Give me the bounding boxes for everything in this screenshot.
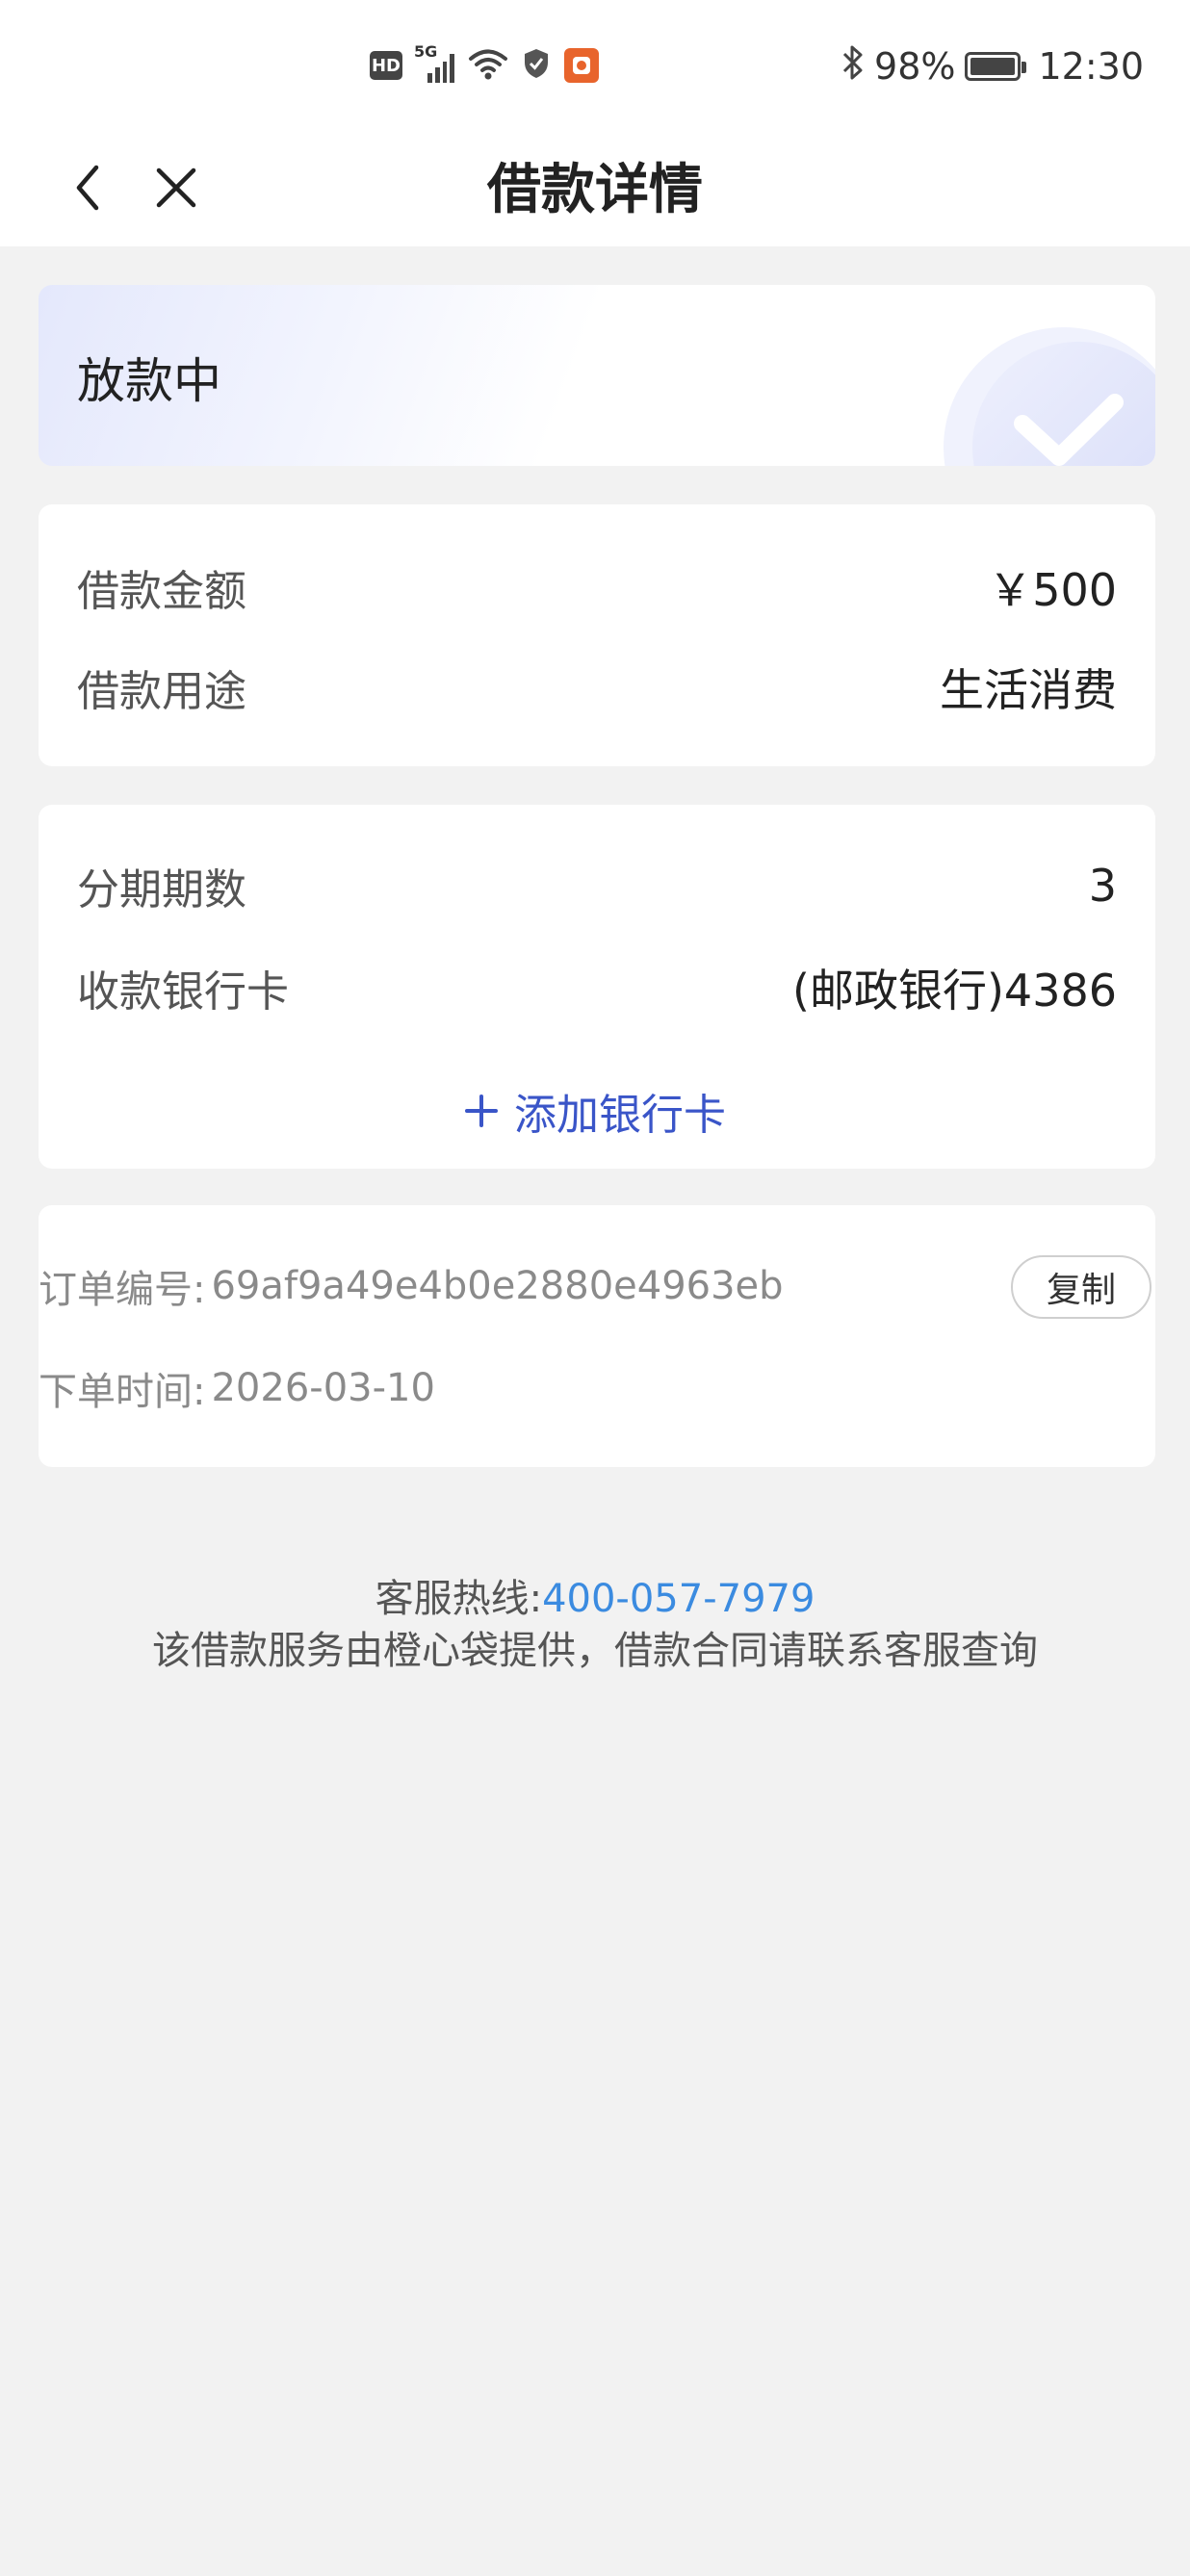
service-note: 该借款服务由橙心袋提供，借款合同请联系客服查询 [152,1629,1038,1673]
check-icon [944,327,1155,466]
battery-level [970,58,1015,75]
bluetooth-icon [841,43,865,90]
copy-button[interactable]: 复制 [1011,1255,1151,1319]
order-info-card [39,1205,1155,1467]
hotline-number-link[interactable]: 400-057-7979 [542,1577,815,1621]
status-icons-left: HD 5G [370,42,599,85]
nav-bar: 借款详情 [0,135,1190,246]
loan-info-card: 借款金额 ￥500 借款用途 生活消费 [39,504,1155,766]
network-type-label: 5G [414,42,438,61]
app-notification-icon [564,48,599,83]
order-number-label: 订单编号: [39,1268,206,1312]
loan-purpose-value: 生活消费 [940,664,1117,716]
loan-amount-row: 借款金额 ￥500 [77,558,1117,616]
bank-card-row: 收款银行卡 (邮政银行)4386 [77,959,1117,1017]
order-number-value: 69af9a49e4b0e2880e4963eb [211,1264,784,1308]
loan-amount-label: 借款金额 [77,567,246,616]
wifi-icon [468,46,508,85]
order-time-label: 下单时间: [39,1370,206,1414]
order-time-row: 下单时间: 2026-03-10 [39,1359,435,1417]
close-icon [156,167,196,208]
order-number-row: 订单编号: 69af9a49e4b0e2880e4963eb [39,1257,784,1315]
hotline-line: 客服热线:400-057-7979 [0,1567,1190,1623]
loan-status-card: 放款中 [39,285,1155,466]
installment-periods-value: 3 [1088,860,1117,912]
hotline-label: 客服热线: [375,1577,543,1621]
back-button[interactable] [54,154,121,221]
loan-purpose-label: 借款用途 [77,667,246,716]
battery-percent: 98% [874,45,956,88]
battery-icon [965,52,1027,81]
add-bank-card-label: 添加银行卡 [514,1091,726,1140]
status-icons-right: 98% 12:30 [841,42,1144,90]
hd-icon: HD [370,51,402,80]
loan-purpose-row: 借款用途 生活消费 [77,658,1117,716]
add-bank-card-button[interactable]: 添加银行卡 [0,1082,1190,1140]
close-button[interactable] [142,154,210,221]
installment-periods-row: 分期期数 3 [77,857,1117,914]
shield-icon [522,47,551,84]
order-time-value: 2026-03-10 [211,1366,435,1410]
loan-amount-value: ￥500 [988,564,1117,616]
clock: 12:30 [1038,45,1144,88]
signal-icon: 5G [414,42,454,83]
loan-status-text: 放款中 [77,353,221,409]
hd-label: HD [371,55,401,76]
bank-card-value: (邮政银行)4386 [792,965,1117,1017]
bank-card-label: 收款银行卡 [77,967,289,1017]
back-arrow-icon [76,165,99,211]
plus-icon [465,1095,498,1127]
installment-periods-label: 分期期数 [77,865,246,914]
status-bar: HD 5G 98% 12:30 [0,0,1190,135]
